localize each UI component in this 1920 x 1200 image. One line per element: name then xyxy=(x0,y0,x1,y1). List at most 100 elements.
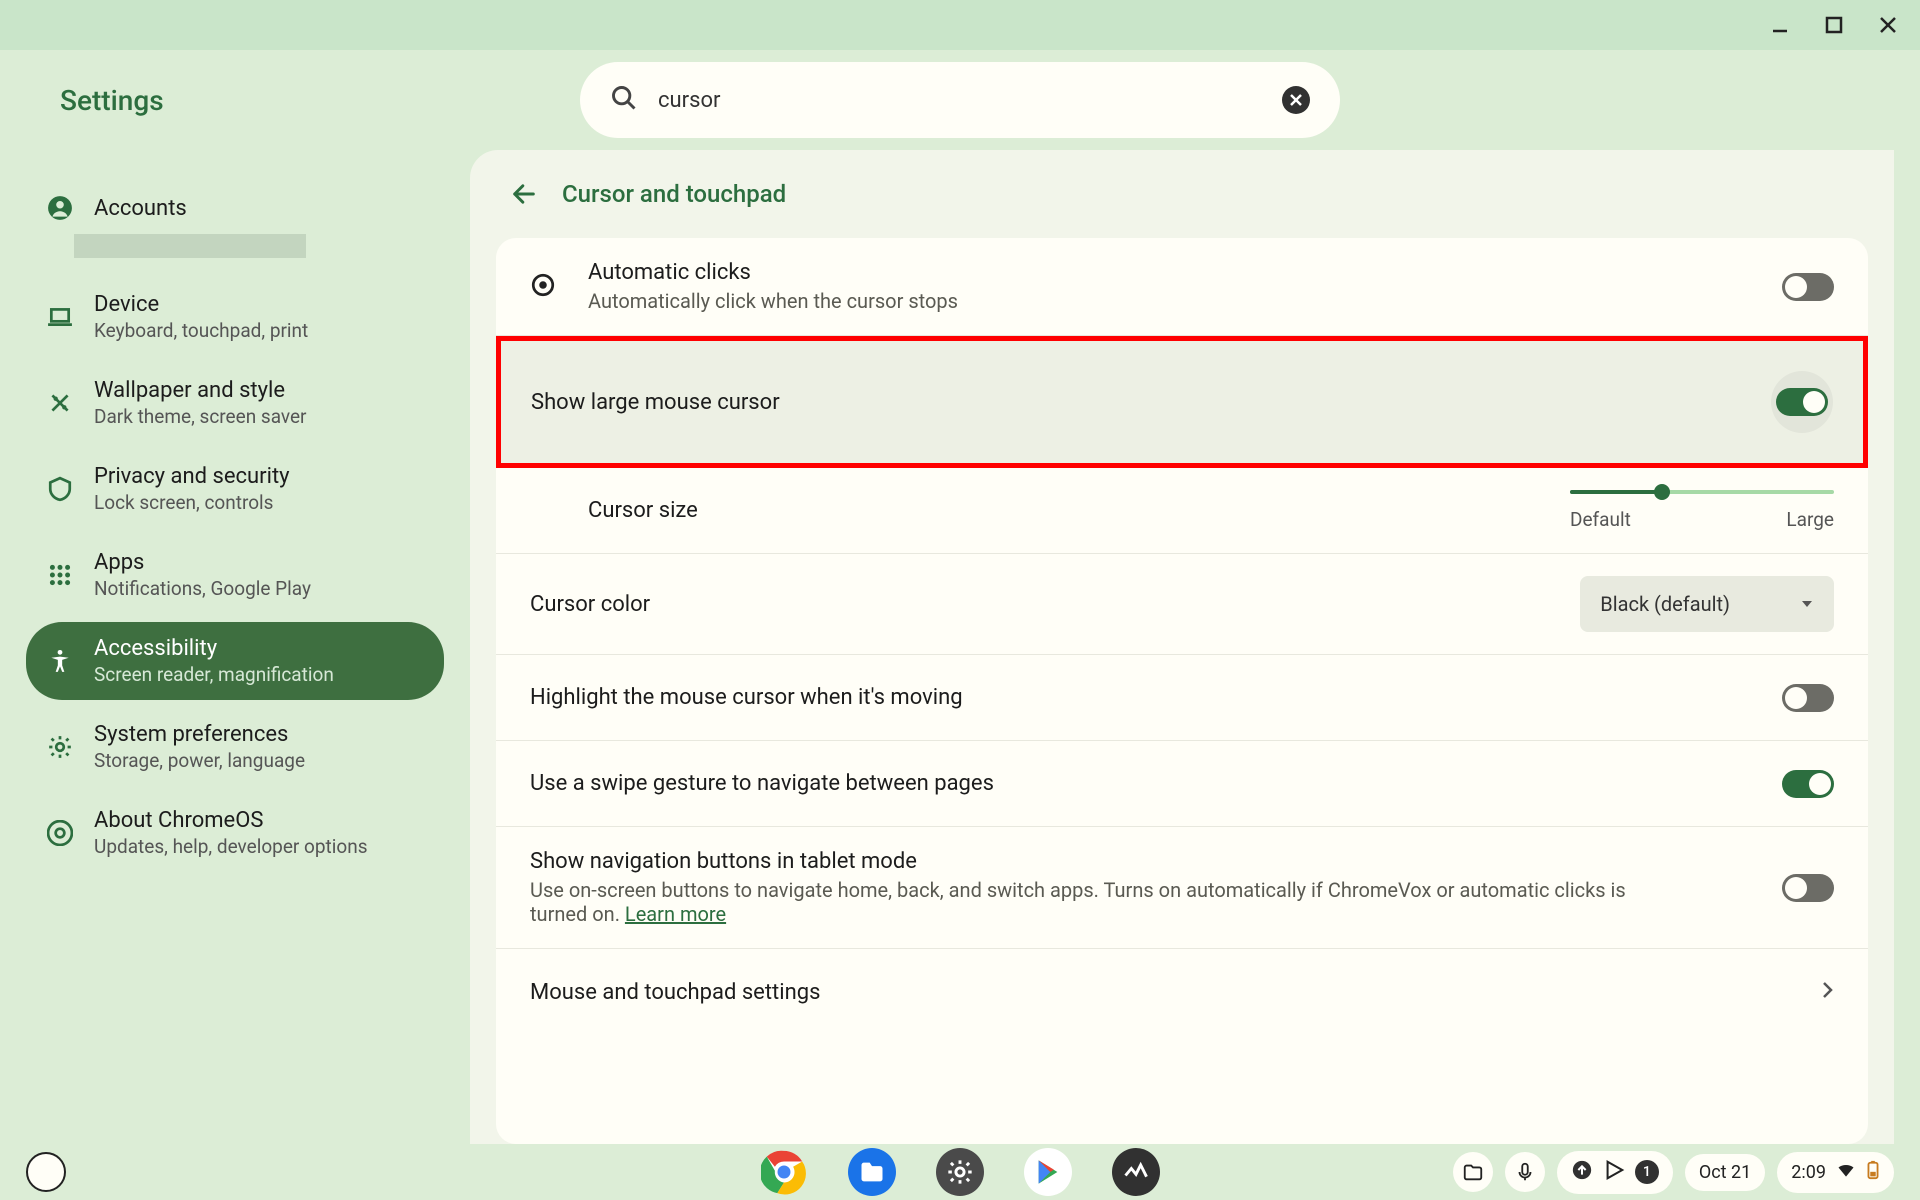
row-label: Highlight the mouse cursor when it's mov… xyxy=(530,685,1782,710)
row-label: Show navigation buttons in tablet mode xyxy=(530,849,1782,874)
sidebar-item-label: About ChromeOS xyxy=(94,808,368,833)
content-panel: Cursor and touchpad Automatic clicks Aut… xyxy=(470,150,1894,1144)
redacted-account-name xyxy=(74,234,306,258)
row-cursor-size: Cursor size Default Large xyxy=(496,468,1868,554)
launcher-button[interactable] xyxy=(26,1152,66,1192)
toggle-swipe-nav[interactable] xyxy=(1782,770,1834,798)
wifi-icon xyxy=(1836,1160,1856,1185)
toggle-halo xyxy=(1771,371,1833,433)
brush-icon xyxy=(46,389,74,417)
tray-mic-button[interactable] xyxy=(1505,1152,1545,1192)
sidebar-item-sub: Keyboard, touchpad, print xyxy=(94,319,308,342)
chevron-down-icon xyxy=(1800,592,1814,616)
accessibility-icon xyxy=(46,647,74,675)
row-tablet-nav[interactable]: Show navigation buttons in tablet mode U… xyxy=(496,827,1868,949)
header: Settings xyxy=(0,50,1920,150)
row-label: Cursor color xyxy=(530,592,1580,617)
row-automatic-clicks[interactable]: Automatic clicks Automatically click whe… xyxy=(496,238,1868,336)
sidebar-item-sub: Notifications, Google Play xyxy=(94,577,311,600)
target-icon xyxy=(530,272,560,302)
window-close-button[interactable] xyxy=(1876,13,1900,37)
search-clear-button[interactable] xyxy=(1282,86,1310,114)
sidebar-item-label: System preferences xyxy=(94,722,305,747)
sidebar-item-label: Wallpaper and style xyxy=(94,378,307,403)
shield-icon xyxy=(46,475,74,503)
shelf-apps xyxy=(760,1148,1160,1196)
settings-card: Automatic clicks Automatically click whe… xyxy=(496,238,1868,1144)
notification-count: 1 xyxy=(1635,1160,1659,1184)
shelf-app-settings[interactable] xyxy=(936,1148,984,1196)
search-input[interactable] xyxy=(658,88,1282,113)
page-title: Cursor and touchpad xyxy=(562,180,786,208)
main-layout: Accounts Device Keyboard, touchpad, prin… xyxy=(0,150,1920,1144)
search-icon xyxy=(610,84,638,116)
sidebar-item-about[interactable]: About ChromeOS Updates, help, developer … xyxy=(26,794,444,872)
sidebar-item-wallpaper[interactable]: Wallpaper and style Dark theme, screen s… xyxy=(26,364,444,442)
window-titlebar xyxy=(0,0,1920,50)
row-large-cursor[interactable]: Show large mouse cursor xyxy=(496,336,1868,468)
row-swipe-nav[interactable]: Use a swipe gesture to navigate between … xyxy=(496,741,1868,827)
sidebar-item-label: Accounts xyxy=(94,196,187,221)
tray-time-pill[interactable]: 2:09 xyxy=(1777,1152,1894,1193)
up-arrow-circle-icon xyxy=(1571,1159,1593,1186)
slider-min-label: Default xyxy=(1570,508,1631,531)
row-sub: Automatically click when the cursor stop… xyxy=(588,289,1708,313)
toggle-large-cursor[interactable] xyxy=(1776,388,1828,416)
sidebar-item-system[interactable]: System preferences Storage, power, langu… xyxy=(26,708,444,786)
sidebar-item-accounts[interactable]: Accounts xyxy=(26,180,444,236)
shelf: 1 Oct 21 2:09 xyxy=(0,1144,1920,1200)
toggle-automatic-clicks[interactable] xyxy=(1782,273,1834,301)
window-maximize-button[interactable] xyxy=(1822,13,1846,37)
apps-grid-icon xyxy=(46,561,74,589)
learn-more-link[interactable]: Learn more xyxy=(625,902,726,926)
laptop-icon xyxy=(46,303,74,331)
cursor-size-slider[interactable]: Default Large xyxy=(1570,490,1834,531)
row-label: Mouse and touchpad settings xyxy=(530,980,1820,1005)
row-label: Automatic clicks xyxy=(588,260,1782,285)
shelf-app-chrome[interactable] xyxy=(760,1148,808,1196)
sidebar-item-sub: Storage, power, language xyxy=(94,749,305,772)
row-label: Show large mouse cursor xyxy=(531,390,1771,415)
battery-icon xyxy=(1866,1160,1880,1185)
row-sub: Use on-screen buttons to navigate home, … xyxy=(530,878,1650,926)
shelf-app-activity[interactable] xyxy=(1112,1148,1160,1196)
sidebar-item-sub: Dark theme, screen saver xyxy=(94,405,307,428)
back-button[interactable] xyxy=(510,180,538,208)
play-outline-icon xyxy=(1603,1159,1625,1186)
row-label: Cursor size xyxy=(588,498,1570,523)
dropdown-selected: Black (default) xyxy=(1600,592,1730,616)
shelf-app-files[interactable] xyxy=(848,1148,896,1196)
toggle-tablet-nav[interactable] xyxy=(1782,874,1834,902)
window-minimize-button[interactable] xyxy=(1768,13,1792,37)
tray-date-pill[interactable]: Oct 21 xyxy=(1685,1154,1765,1191)
chevron-right-icon xyxy=(1820,980,1834,1004)
app-title: Settings xyxy=(60,84,164,117)
sidebar-item-device[interactable]: Device Keyboard, touchpad, print xyxy=(26,278,444,356)
tray-status-pill[interactable]: 1 xyxy=(1557,1151,1673,1194)
sidebar-item-accessibility[interactable]: Accessibility Screen reader, magnificati… xyxy=(26,622,444,700)
row-label: Use a swipe gesture to navigate between … xyxy=(530,771,1782,796)
row-mouse-settings[interactable]: Mouse and touchpad settings xyxy=(496,949,1868,1035)
sidebar-item-sub: Updates, help, developer options xyxy=(94,835,368,858)
chrome-icon xyxy=(46,819,74,847)
sidebar-item-label: Accessibility xyxy=(94,636,334,661)
sidebar-item-apps[interactable]: Apps Notifications, Google Play xyxy=(26,536,444,614)
sidebar-item-label: Apps xyxy=(94,550,311,575)
tray-date: Oct 21 xyxy=(1699,1162,1751,1183)
sidebar: Accounts Device Keyboard, touchpad, prin… xyxy=(0,150,470,1144)
cursor-color-dropdown[interactable]: Black (default) xyxy=(1580,576,1834,632)
content-header: Cursor and touchpad xyxy=(470,150,1894,238)
shelf-app-play-store[interactable] xyxy=(1024,1148,1072,1196)
toggle-highlight-cursor[interactable] xyxy=(1782,684,1834,712)
tray-files-button[interactable] xyxy=(1453,1152,1493,1192)
sidebar-item-sub: Screen reader, magnification xyxy=(94,663,334,686)
row-highlight-cursor[interactable]: Highlight the mouse cursor when it's mov… xyxy=(496,655,1868,741)
sidebar-item-label: Device xyxy=(94,292,308,317)
row-cursor-color: Cursor color Black (default) xyxy=(496,554,1868,655)
person-circle-icon xyxy=(46,194,74,222)
slider-max-label: Large xyxy=(1786,508,1834,531)
search-box[interactable] xyxy=(580,62,1340,138)
sidebar-item-privacy[interactable]: Privacy and security Lock screen, contro… xyxy=(26,450,444,528)
gear-icon xyxy=(46,733,74,761)
sidebar-item-label: Privacy and security xyxy=(94,464,290,489)
